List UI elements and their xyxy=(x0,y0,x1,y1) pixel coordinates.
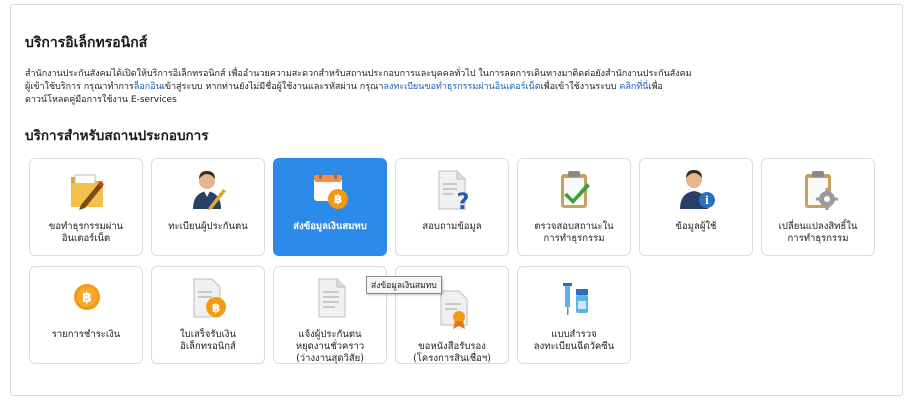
intro-text-part: เข้าสู่ระบบ หากท่านยังไม่มีชื่อผู้ใช้งาน… xyxy=(161,82,384,92)
tile-e-receipt[interactable]: ฿ ใบเสร็จรับเงิน อิเล็กทรอนิกส์ xyxy=(151,266,265,364)
tile-label: เปลี่ยนแปลงสิทธิ์ใน การทำธุรกรรม xyxy=(778,221,858,244)
svg-text:฿: ฿ xyxy=(334,192,342,206)
section-title: บริการสำหรับสถานประกอบการ xyxy=(25,128,209,144)
tile-insured-registration[interactable]: ทะเบียนผู้ประกันตน xyxy=(151,158,265,256)
clipboard-check-icon xyxy=(555,169,595,211)
tile-label: รายการชำระเงิน xyxy=(51,329,121,340)
intro-line-2: ผู้เข้าใช้บริการ กรุณาทำการล็อกอินเข้าสู… xyxy=(25,81,893,94)
click-here-link[interactable]: คลิกที่นี่ xyxy=(619,82,648,92)
intro-text-part: เพื่อ xyxy=(648,82,663,92)
intro-text-part: ผู้เข้าใช้บริการ กรุณาทำการ xyxy=(25,82,134,92)
document-question-icon: ? xyxy=(433,169,473,215)
svg-text:?: ? xyxy=(457,190,470,211)
person-pen-icon xyxy=(189,169,229,211)
document-icon xyxy=(311,277,351,319)
tile-vaccine-survey[interactable]: แบบสำรวจ ลงทะเบียนฉีดวัคซีน xyxy=(517,266,631,364)
tile-label: สอบถามข้อมูล xyxy=(422,221,482,232)
vaccine-icon xyxy=(555,277,595,319)
svg-text:฿: ฿ xyxy=(82,290,92,306)
tile-submit-contribution[interactable]: ฿ ส่งข้อมูลเงินสมทบ xyxy=(273,158,387,256)
tile-label: ส่งข้อมูลเงินสมทบ xyxy=(293,221,367,232)
svg-text:i: i xyxy=(705,194,709,207)
tile-user-info[interactable]: i ข้อมูลผู้ใช้ xyxy=(639,158,753,256)
tile-label: ทะเบียนผู้ประกันตน xyxy=(168,221,248,232)
intro-line-1: สำนักงานประกันสังคมได้เปิดให้บริการอิเล็… xyxy=(25,69,692,79)
calendar-baht-icon: ฿ xyxy=(311,169,351,211)
intro-text: สำนักงานประกันสังคมได้เปิดให้บริการอิเล็… xyxy=(25,68,893,107)
tile-label: ขอหนังสือรับรอง (โครงการสินเชื่อฯ) xyxy=(413,341,491,364)
login-link[interactable]: ล็อกอิน xyxy=(134,82,162,92)
intro-line-3: ดาวน์โหลดคู่มือการใช้งาน E-services xyxy=(25,95,177,105)
tile-label: ข้อมูลผู้ใช้ xyxy=(675,221,717,232)
svg-text:฿: ฿ xyxy=(212,301,220,315)
baht-coin-icon: ฿ xyxy=(67,277,107,319)
person-info-icon: i xyxy=(677,169,717,211)
tile-label: ขอทำธุรกรรมผ่าน อินเตอร์เน็ต xyxy=(48,221,124,244)
certificate-icon xyxy=(433,289,473,331)
intro-text-part: เพื่อเข้าใช้งานระบบ xyxy=(540,82,620,92)
register-link[interactable]: ลงทะเบียนขอทำธุรกรรมผ่านอินเตอร์เน็ต xyxy=(383,82,540,92)
tile-internet-transaction[interactable]: ขอทำธุรกรรมผ่าน อินเตอร์เน็ต xyxy=(29,158,143,256)
folder-pen-icon xyxy=(67,169,107,211)
tile-payment-list[interactable]: ฿ รายการชำระเงิน xyxy=(29,266,143,364)
tooltip: ส่งข้อมูลเงินสมทบ xyxy=(366,276,442,294)
tile-label: ใบเสร็จรับเงิน อิเล็กทรอนิกส์ xyxy=(180,329,236,352)
page-title: บริการอิเล็กทรอนิกส์ xyxy=(25,35,148,51)
tile-label: ตรวจสอบสถานะใน การทำธุรกรรม xyxy=(534,221,614,244)
clipboard-gear-icon xyxy=(799,169,839,211)
tile-label: แจ้งผู้ประกันตน หยุดงานชั่วคราว (ว่างงาน… xyxy=(295,329,365,364)
tile-check-status[interactable]: ตรวจสอบสถานะใน การทำธุรกรรม xyxy=(517,158,631,256)
tile-label: แบบสำรวจ ลงทะเบียนฉีดวัคซีน xyxy=(533,329,615,352)
tile-change-permission[interactable]: เปลี่ยนแปลงสิทธิ์ใน การทำธุรกรรม xyxy=(761,158,875,256)
tile-inquiry[interactable]: ? สอบถามข้อมูล xyxy=(395,158,509,256)
receipt-baht-icon: ฿ xyxy=(189,277,229,319)
